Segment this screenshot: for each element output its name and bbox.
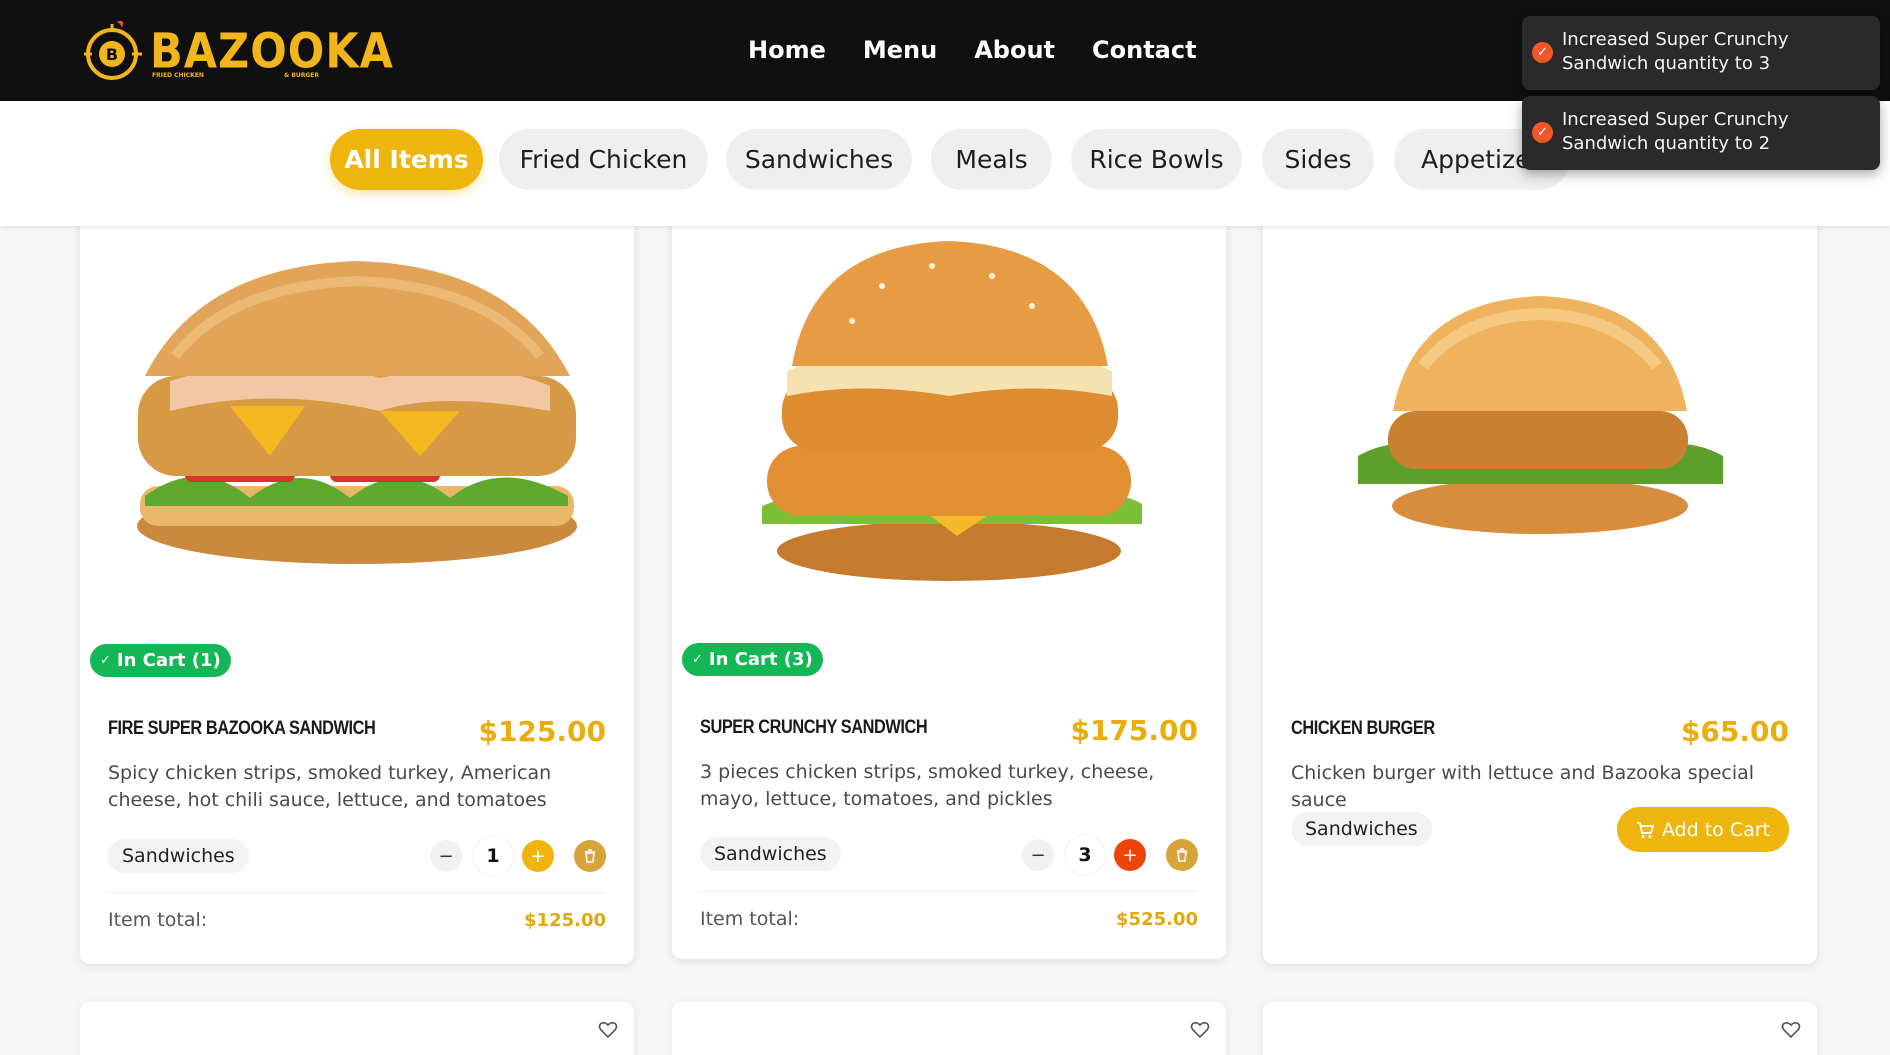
brand-logo[interactable]: B BAZOOKA FRIED CHICKEN & BURGER bbox=[82, 18, 393, 84]
product-name: Fire Super Bazooka Sandwich bbox=[108, 718, 376, 739]
quantity-value: 1 bbox=[473, 836, 513, 876]
product-card: Chicken Burger $65.00 Chicken burger wit… bbox=[1263, 206, 1817, 964]
product-price: $125.00 bbox=[478, 715, 606, 748]
in-cart-label: In Cart (1) bbox=[116, 650, 221, 671]
main-nav: Home Menu About Contact bbox=[748, 36, 1234, 64]
item-total-value: $525.00 bbox=[1116, 909, 1198, 930]
heart-icon[interactable] bbox=[598, 1020, 618, 1040]
check-icon: ✓ bbox=[1532, 122, 1553, 143]
trash-icon bbox=[1177, 848, 1187, 862]
quantity-value: 3 bbox=[1065, 835, 1105, 875]
in-cart-badge: ✓ In Cart (1) bbox=[90, 644, 231, 677]
increase-quantity-button[interactable]: + bbox=[522, 840, 554, 872]
product-price: $175.00 bbox=[1070, 714, 1198, 747]
nav-about[interactable]: About bbox=[974, 36, 1055, 64]
product-card bbox=[1263, 1002, 1817, 1055]
category-chip-sandwiches[interactable]: Sandwiches bbox=[726, 129, 912, 190]
category-chip-rice-bowls[interactable]: Rice Bowls bbox=[1071, 129, 1242, 190]
product-category-tag: Sandwiches bbox=[108, 839, 249, 873]
brand-tagline-right: & BURGER bbox=[284, 72, 320, 79]
product-image-sandwich bbox=[80, 206, 634, 606]
plus-icon: + bbox=[1122, 844, 1138, 866]
product-category-tag: Sandwiches bbox=[700, 837, 841, 871]
check-icon: ✓ bbox=[100, 653, 111, 668]
toast-message: Increased Super Crunchy Sandwich quantit… bbox=[1562, 109, 1789, 154]
category-chip-sides[interactable]: Sides bbox=[1262, 129, 1374, 190]
minus-icon: − bbox=[438, 845, 454, 867]
remove-item-button[interactable] bbox=[574, 840, 606, 872]
in-cart-badge: ✓ In Cart (3) bbox=[682, 643, 823, 676]
product-price: $65.00 bbox=[1680, 715, 1789, 748]
heart-icon[interactable] bbox=[1190, 1020, 1210, 1040]
nav-contact[interactable]: Contact bbox=[1092, 36, 1197, 64]
remove-item-button[interactable] bbox=[1166, 839, 1198, 871]
plus-icon: + bbox=[530, 845, 546, 867]
cart-icon bbox=[1636, 821, 1654, 838]
product-card bbox=[80, 1002, 634, 1055]
toast-notification[interactable]: ✓ Increased Super Crunchy Sandwich quant… bbox=[1522, 16, 1880, 90]
item-total-label: Item total: bbox=[700, 908, 800, 930]
minus-icon: − bbox=[1030, 844, 1046, 866]
product-description: Spicy chicken strips, smoked turkey, Ame… bbox=[108, 762, 552, 811]
product-image-burger bbox=[672, 206, 1226, 606]
product-card: ✓ In Cart (1) Fire Super Bazooka Sandwic… bbox=[80, 206, 634, 964]
nav-home[interactable]: Home bbox=[748, 36, 826, 64]
nav-menu[interactable]: Menu bbox=[863, 36, 937, 64]
add-to-cart-label: Add to Cart bbox=[1661, 818, 1770, 841]
increase-quantity-button[interactable]: + bbox=[1114, 839, 1146, 871]
category-chip-meals[interactable]: Meals bbox=[931, 129, 1052, 190]
bazooka-emblem-icon: B bbox=[84, 20, 142, 80]
trash-icon bbox=[585, 849, 595, 863]
item-total-label: Item total: bbox=[108, 909, 208, 931]
svg-text:B: B bbox=[106, 45, 118, 64]
heart-icon[interactable] bbox=[1781, 1020, 1801, 1040]
check-icon: ✓ bbox=[1532, 42, 1553, 63]
decrease-quantity-button[interactable]: − bbox=[430, 840, 462, 872]
card-divider bbox=[108, 892, 606, 893]
product-image-chicken-burger bbox=[1263, 206, 1817, 606]
toast-notification[interactable]: ✓ Increased Super Crunchy Sandwich quant… bbox=[1522, 96, 1880, 170]
check-icon: ✓ bbox=[692, 652, 703, 667]
add-to-cart-button[interactable]: Add to Cart bbox=[1616, 807, 1789, 852]
in-cart-label: In Cart (3) bbox=[708, 649, 813, 670]
card-divider bbox=[700, 891, 1198, 892]
product-name: Chicken Burger bbox=[1291, 718, 1435, 739]
product-description: Chicken burger with lettuce and Bazooka … bbox=[1291, 762, 1755, 811]
decrease-quantity-button[interactable]: − bbox=[1022, 839, 1054, 871]
toast-message: Increased Super Crunchy Sandwich quantit… bbox=[1562, 29, 1789, 74]
product-card bbox=[672, 1002, 1226, 1055]
product-card: ✓ In Cart (3) Super Crunchy Sandwich $17… bbox=[672, 206, 1226, 959]
category-chip-fried-chicken[interactable]: Fried Chicken bbox=[499, 129, 708, 190]
product-category-tag: Sandwiches bbox=[1291, 812, 1432, 846]
product-name: Super Crunchy Sandwich bbox=[700, 717, 928, 738]
category-chip-all-items[interactable]: All Items bbox=[330, 129, 483, 190]
brand-tagline-left: FRIED CHICKEN bbox=[152, 72, 204, 79]
product-description: 3 pieces chicken strips, smoked turkey, … bbox=[700, 761, 1155, 810]
item-total-value: $125.00 bbox=[524, 910, 606, 931]
